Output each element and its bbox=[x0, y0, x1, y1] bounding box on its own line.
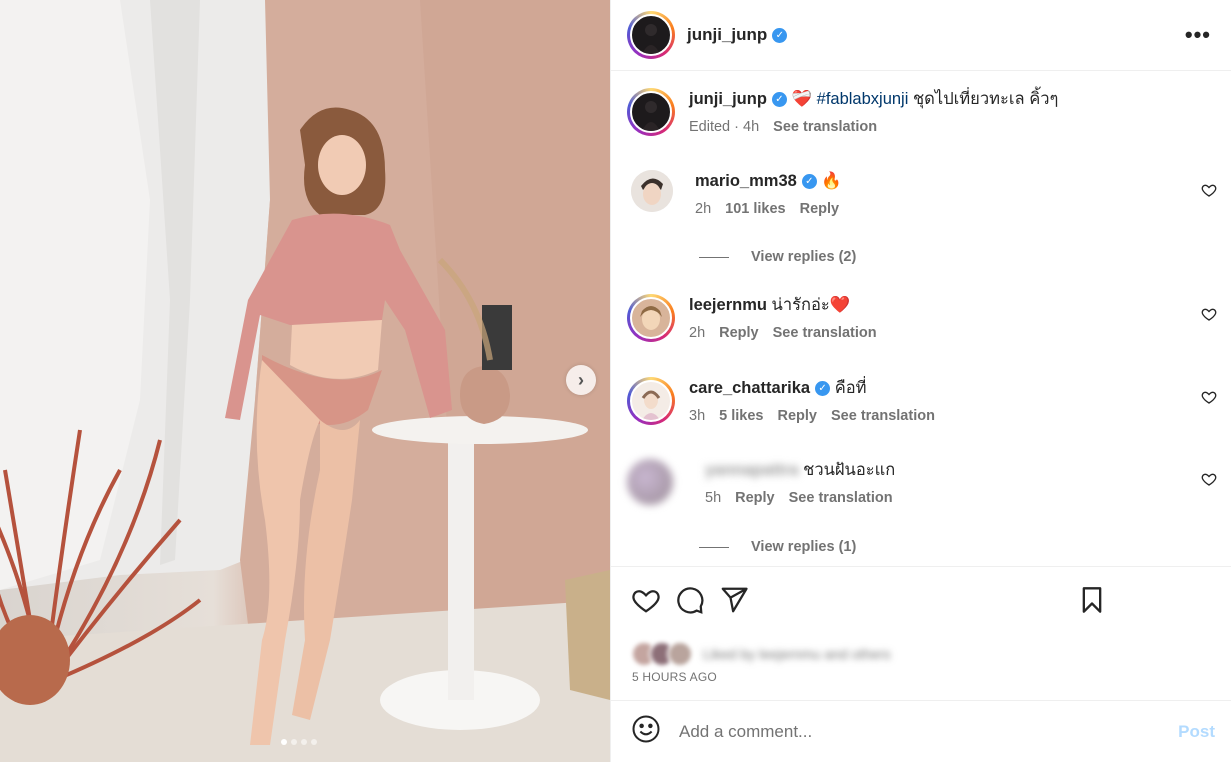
verified-badge-icon: ✓ bbox=[772, 28, 788, 44]
reply-button[interactable]: Reply bbox=[777, 408, 817, 424]
reply-button[interactable]: Reply bbox=[735, 490, 775, 506]
comment-time[interactable]: 2h bbox=[695, 201, 711, 217]
author-avatar[interactable] bbox=[627, 11, 675, 59]
commenter-username[interactable]: leejernmu bbox=[689, 296, 767, 314]
chevron-right-icon: › bbox=[578, 369, 584, 390]
add-comment-bar: Post bbox=[611, 700, 1231, 762]
comments-list[interactable]: junji_junp ✓ ❤️‍🩹 #fablabxjunji ชุดไปเที่… bbox=[611, 72, 1231, 566]
post-header: junji_junp ✓ ••• bbox=[611, 0, 1231, 71]
author-username[interactable]: junji_junp ✓ bbox=[687, 25, 788, 45]
verified-badge-icon: ✓ bbox=[801, 174, 817, 190]
share-paper-plane-icon[interactable] bbox=[719, 585, 749, 615]
comment-text: 🔥 bbox=[821, 172, 842, 190]
view-replies-label: View replies (1) bbox=[751, 539, 857, 555]
commenter-username[interactable]: care_chattarika bbox=[689, 379, 810, 397]
comment-text: ชวนฝันอะแก bbox=[803, 461, 896, 479]
post-details-panel: junji_junp ✓ ••• junji_junp ✓ ❤️‍🩹 #fablab… bbox=[610, 0, 1231, 762]
commenter-avatar[interactable] bbox=[631, 170, 673, 212]
comment-likes[interactable]: 5 likes bbox=[719, 408, 763, 424]
like-comment-heart-icon[interactable] bbox=[1201, 389, 1217, 410]
commenter-username[interactable]: yannapattra bbox=[705, 461, 799, 479]
bookmark-save-icon[interactable] bbox=[1078, 585, 1106, 615]
comment-time[interactable]: 2h bbox=[689, 325, 705, 341]
view-replies-label: View replies (2) bbox=[751, 249, 857, 265]
divider-line bbox=[699, 256, 729, 258]
author-username-text: junji_junp bbox=[687, 25, 768, 44]
liked-by[interactable]: Liked by leejernmu and others bbox=[631, 641, 891, 667]
more-options-icon[interactable]: ••• bbox=[1185, 22, 1211, 48]
comment-bubble-icon[interactable] bbox=[675, 585, 705, 615]
divider-line bbox=[699, 546, 729, 548]
caption-hashtag[interactable]: #fablabxjunji bbox=[817, 90, 909, 108]
like-comment-heart-icon[interactable] bbox=[1201, 471, 1217, 492]
caption-edited: Edited bbox=[689, 119, 731, 135]
caption-avatar[interactable] bbox=[627, 88, 675, 136]
comment-time[interactable]: 5h bbox=[705, 490, 721, 506]
see-translation-link[interactable]: See translation bbox=[789, 490, 893, 506]
carousel-dot bbox=[301, 739, 307, 745]
caption-emoji: ❤️‍🩹 bbox=[791, 90, 813, 108]
emoji-icon[interactable] bbox=[631, 714, 661, 749]
post-media[interactable]: › bbox=[0, 0, 610, 762]
comment-likes[interactable]: 101 likes bbox=[725, 201, 785, 217]
comment-text: คือที่ bbox=[834, 379, 867, 397]
reply-button[interactable]: Reply bbox=[719, 325, 759, 341]
commenter-avatar[interactable] bbox=[627, 459, 673, 505]
commenter-avatar[interactable] bbox=[627, 377, 675, 425]
avatar-photo bbox=[640, 306, 662, 330]
carousel-dot bbox=[281, 739, 287, 745]
like-comment-heart-icon[interactable] bbox=[1201, 182, 1217, 203]
verified-badge-icon: ✓ bbox=[815, 381, 831, 397]
verified-badge-icon: ✓ bbox=[771, 92, 787, 108]
see-translation-link[interactable]: See translation bbox=[773, 119, 877, 135]
post-comment-button[interactable]: Post bbox=[1178, 722, 1215, 742]
caption-time[interactable]: 4h bbox=[743, 119, 759, 135]
avatar-photo bbox=[641, 178, 663, 205]
see-translation-link[interactable]: See translation bbox=[831, 408, 935, 424]
liked-by-text[interactable]: Liked by leejernmu and others bbox=[703, 646, 891, 662]
view-replies-button[interactable]: View replies (1) bbox=[699, 539, 856, 555]
comment-time[interactable]: 3h bbox=[689, 408, 705, 424]
post-actions: Liked by leejernmu and others 5 HOURS AG… bbox=[611, 566, 1231, 700]
like-heart-icon[interactable] bbox=[631, 585, 661, 615]
reply-button[interactable]: Reply bbox=[800, 201, 840, 217]
see-translation-link[interactable]: See translation bbox=[773, 325, 877, 341]
caption-username[interactable]: junji_junp bbox=[689, 90, 767, 108]
post-photo bbox=[0, 0, 610, 762]
avatar-photo bbox=[642, 101, 660, 131]
carousel-dot bbox=[311, 739, 317, 745]
next-slide-button[interactable]: › bbox=[566, 365, 596, 395]
view-replies-button[interactable]: View replies (2) bbox=[699, 249, 856, 265]
commenter-username[interactable]: mario_mm38 bbox=[695, 172, 797, 190]
post-time-ago[interactable]: 5 HOURS AGO bbox=[632, 670, 717, 684]
avatar-photo bbox=[641, 390, 661, 420]
comment-input[interactable] bbox=[679, 721, 1179, 742]
liked-by-avatars bbox=[631, 641, 693, 667]
caption-text: ชุดไปเที่ยวทะเล คิ้วๆ bbox=[912, 90, 1059, 108]
commenter-avatar[interactable] bbox=[627, 294, 675, 342]
carousel-dot bbox=[291, 739, 297, 745]
like-comment-heart-icon[interactable] bbox=[1201, 306, 1217, 327]
carousel-indicator bbox=[281, 739, 317, 745]
avatar-photo bbox=[642, 24, 660, 54]
comment-text: น่ารักอ่ะ❤️ bbox=[771, 296, 851, 314]
